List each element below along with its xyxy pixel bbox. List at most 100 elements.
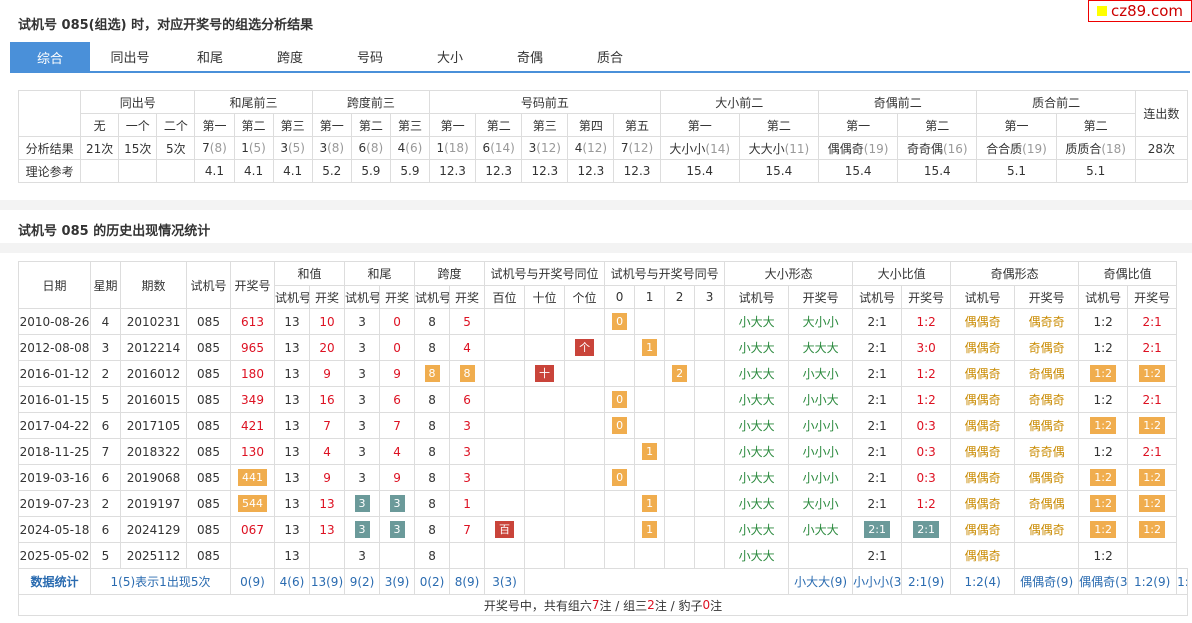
count-group3: 2 — [647, 598, 655, 612]
table-cell: 6 — [449, 386, 486, 413]
table-cell: 2 — [90, 490, 121, 517]
table-cell: 2012-08-08 — [18, 334, 91, 361]
table-cell — [484, 490, 526, 517]
table-cell: 2:1 — [852, 490, 903, 517]
table-cell: 3 — [449, 464, 486, 491]
table-cell: 2010-08-26 — [18, 308, 91, 335]
sub-header: 第三 — [521, 113, 569, 137]
table-cell: 16 — [308, 386, 346, 413]
tab-6[interactable]: 奇偶 — [490, 42, 570, 71]
reference-cell: 5.9 — [389, 159, 431, 183]
table-cell — [524, 308, 566, 335]
table-cell: 085 — [186, 412, 231, 439]
table-cell — [634, 412, 666, 439]
reference-cell: 5.2 — [311, 159, 352, 183]
reference-cell: 12.3 — [475, 159, 523, 183]
table-cell: 2024-05-18 — [18, 516, 91, 543]
group-header: 奇偶前二 — [817, 90, 978, 114]
table-cell: 4 — [379, 438, 416, 465]
table-cell — [694, 360, 726, 387]
analysis-cell: 4(6) — [389, 136, 431, 160]
tab-1[interactable]: 同出号 — [90, 42, 170, 71]
table-cell — [484, 386, 526, 413]
table-cell: 13 — [274, 308, 310, 335]
table-cell: 偶偶奇 — [950, 490, 1016, 517]
table-cell: 个 — [564, 334, 606, 361]
sub-header: 第二 — [738, 113, 820, 137]
table-cell: 3 — [379, 516, 416, 543]
page: 试机号 085(组选) 时，对应开奖号的组选分析结果 cz89.com 综合 同出… — [0, 0, 1192, 623]
table-cell — [694, 412, 726, 439]
row-label: 分析结果 — [17, 136, 82, 160]
table-cell — [449, 542, 486, 569]
table-cell: 085 — [186, 360, 231, 387]
table-cell: 百 — [484, 516, 526, 543]
group-header: 试机号与开奖号同位 — [484, 261, 606, 286]
table-row: 2016-01-12 2 2016012 085 180 13 9 3 9 8 8 十 2 小大大 小大小 2… — [18, 360, 1188, 387]
table-cell — [524, 542, 566, 569]
table-cell: 9 — [379, 464, 416, 491]
table-cell — [788, 542, 854, 569]
reference-cell — [1134, 159, 1189, 183]
table-cell: 3 — [344, 334, 381, 361]
tab-2[interactable]: 和尾 — [170, 42, 250, 71]
column-header: 开奖号 — [230, 261, 275, 309]
stats-cell: 3(3) — [484, 568, 526, 595]
stats-cell: 小小小(3) — [852, 568, 903, 595]
stats-cell: 0(9) — [230, 568, 275, 595]
table-cell: 1 — [634, 490, 666, 517]
table-cell: 3 — [449, 438, 486, 465]
analysis-cell: 质质合(18) — [1055, 136, 1136, 160]
table-cell: 2025112 — [120, 542, 187, 569]
table-cell: 1:2 — [901, 360, 952, 387]
table-cell — [524, 464, 566, 491]
table-cell: 小小大 — [788, 386, 854, 413]
analysis-cell: 1(18) — [429, 136, 477, 160]
group-header: 跨度前三 — [311, 90, 431, 114]
table-cell: 大小小 — [788, 490, 854, 517]
stats-cell: 1:2(9) — [1127, 568, 1178, 595]
table-cell: 小大大 — [724, 360, 790, 387]
table-cell: 2016-01-15 — [18, 386, 91, 413]
table-cell: 大小小 — [788, 308, 854, 335]
table-cell: 1:2 — [901, 386, 952, 413]
table-cell: 小大大 — [724, 334, 790, 361]
table-cell: 1 — [634, 334, 666, 361]
table-cell: 0:3 — [901, 438, 952, 465]
table-cell: 小小小 — [788, 438, 854, 465]
table-cell: 0:3 — [901, 464, 952, 491]
table-cell: 小大大 — [788, 516, 854, 543]
table-row: 2018-11-25 7 2018322 085 130 13 4 3 4 8 3 1 小大大 小小小 2:… — [18, 438, 1188, 465]
table-cell: 3 — [344, 438, 381, 465]
table-cell: 13 — [274, 490, 310, 517]
table-cell: 2:1 — [852, 438, 903, 465]
group-header: 号码前五 — [429, 90, 661, 114]
table-cell — [664, 490, 696, 517]
tab-5[interactable]: 大小 — [410, 42, 490, 71]
table-cell: 小小小 — [788, 464, 854, 491]
table-cell — [230, 542, 275, 569]
table-cell: 9 — [308, 360, 346, 387]
reference-cell: 12.3 — [429, 159, 477, 183]
table-cell: 0 — [604, 412, 636, 439]
table-cell: 2:1 — [1127, 438, 1178, 465]
table-cell — [634, 360, 666, 387]
analysis-cell: 大小小(14) — [659, 136, 740, 160]
table-cell: 2 — [664, 360, 696, 387]
stats-cell: 小大大(9) — [788, 568, 854, 595]
table-cell — [484, 412, 526, 439]
tab-4[interactable]: 号码 — [330, 42, 410, 71]
table-cell: 9 — [308, 464, 346, 491]
tab-7[interactable]: 质合 — [570, 42, 650, 71]
sub-header: 第一 — [659, 113, 740, 137]
sub-header: 第一 — [976, 113, 1057, 137]
analysis-cell: 7(12) — [613, 136, 661, 160]
reference-cell: 4.1 — [233, 159, 274, 183]
tab-0[interactable]: 综合 — [10, 42, 90, 73]
table-cell: 偶偶奇 — [950, 308, 1016, 335]
reference-cell: 15.4 — [659, 159, 740, 183]
group-header: 试机号与开奖号同号 — [604, 261, 726, 286]
table-cell: 6 — [90, 516, 121, 543]
table-cell: 奇偶奇 — [1014, 334, 1080, 361]
tab-3[interactable]: 跨度 — [250, 42, 330, 71]
